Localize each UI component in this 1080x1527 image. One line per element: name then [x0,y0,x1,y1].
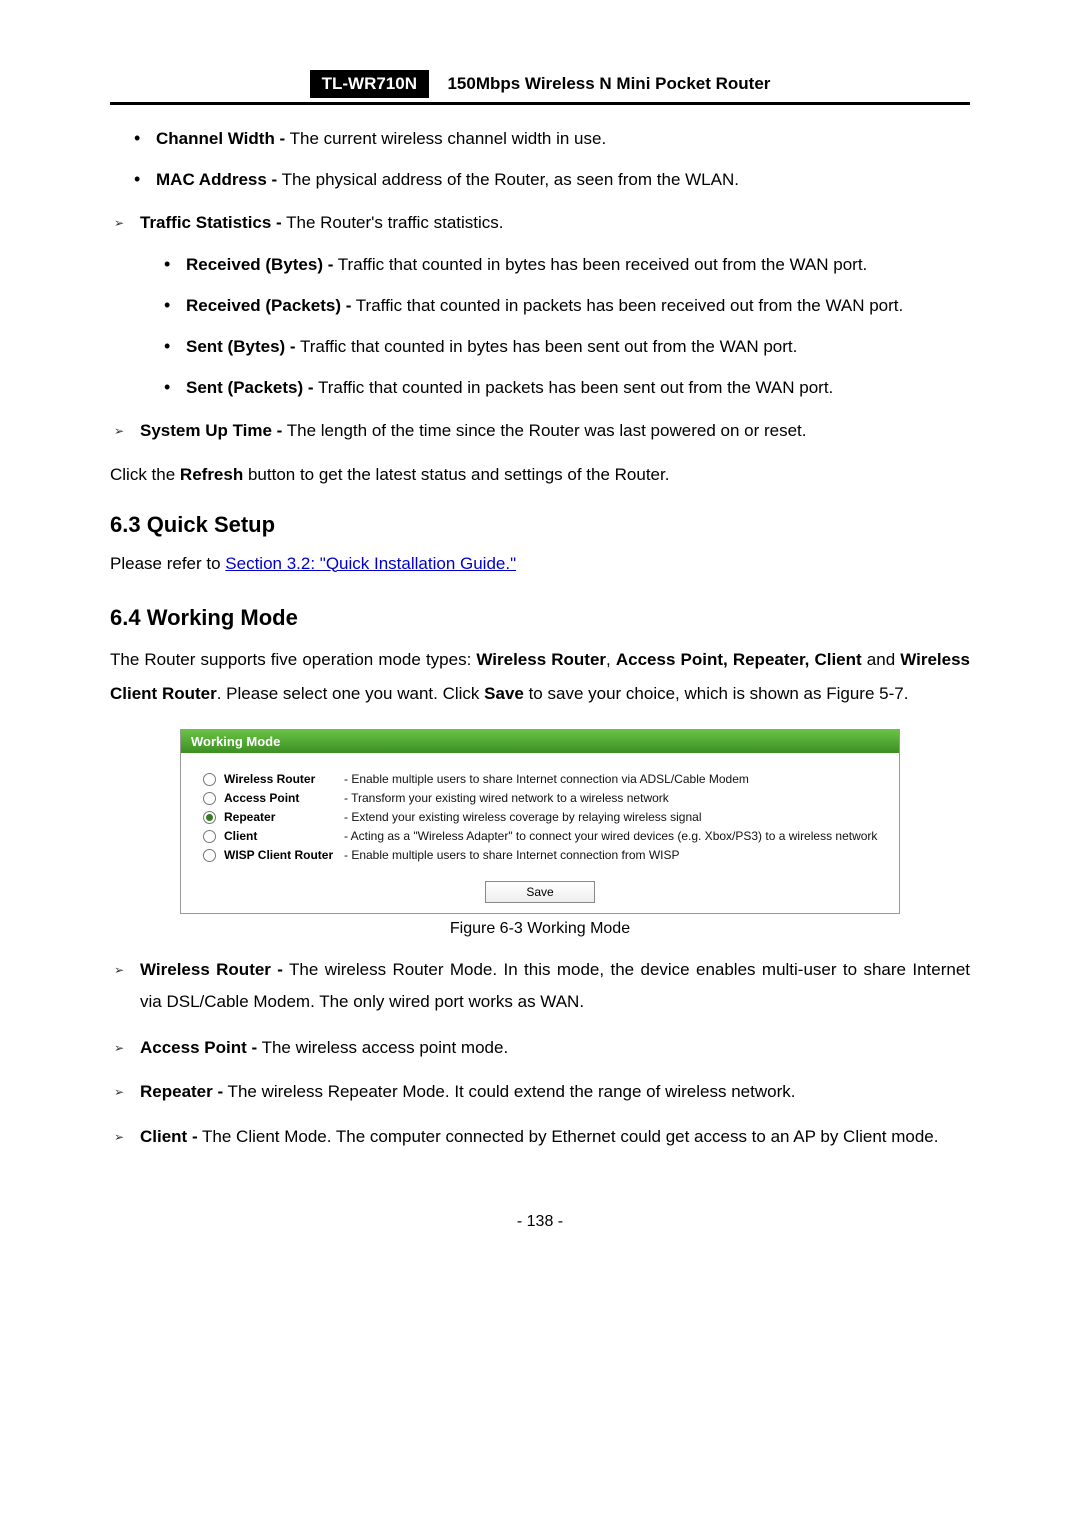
bullet-channel-width: Channel Width - The current wireless cha… [110,125,970,152]
arrow-traffic-stats: Traffic Statistics - The Router's traffi… [110,209,970,401]
text-pre: Click the [110,465,180,484]
label: Wireless Router - [140,960,283,979]
text: The length of the time since the Router … [282,421,806,440]
label: Received (Bytes) - [186,255,333,274]
text: Traffic that counted in packets has been… [351,296,903,315]
figure-caption: Figure 6-3 Working Mode [450,920,630,938]
label: Client - [140,1127,198,1146]
header-model: TL-WR710N [310,70,429,98]
bullet-mac-address: MAC Address - The physical address of th… [110,166,970,193]
text: Traffic that counted in bytes has been s… [296,337,798,356]
bullet-received-bytes: Received (Bytes) - Traffic that counted … [140,251,970,278]
label: Received (Packets) - [186,296,351,315]
bold: Wireless Router [476,650,606,669]
bold: Access Point, Repeater, Client [616,650,862,669]
working-mode-figure: Working Mode Wireless Router - Enable mu… [180,729,900,914]
quick-install-guide-link[interactable]: Section 3.2: "Quick Installation Guide." [225,554,516,573]
mode-row-wireless-router[interactable]: Wireless Router - Enable multiple users … [199,772,881,786]
text: The physical address of the Router, as s… [277,170,739,189]
mode-row-wisp-client-router[interactable]: WISP Client Router - Enable multiple use… [199,848,881,862]
mode-label: WISP Client Router [224,848,344,862]
text: The Router supports five operation mode … [110,650,476,669]
text-pre: Please refer to [110,554,225,573]
radio-icon[interactable] [203,792,216,805]
radio-icon-selected[interactable] [203,811,216,824]
mode-desc: - Extend your existing wireless coverage… [344,810,702,824]
section-6-3-title: 6.3 Quick Setup [110,512,970,538]
bold: Save [484,684,524,703]
header-desc: 150Mbps Wireless N Mini Pocket Router [433,70,770,98]
mode-label: Client [224,829,344,843]
label: System Up Time - [140,421,282,440]
refresh-line: Click the Refresh button to get the late… [110,461,970,488]
mode-row-repeater[interactable]: Repeater - Extend your existing wireless… [199,810,881,824]
mode-desc: - Acting as a "Wireless Adapter" to conn… [344,829,877,843]
label: MAC Address - [156,170,277,189]
text: The wireless access point mode. [257,1038,508,1057]
section-6-4-body: The Router supports five operation mode … [110,643,970,711]
label: Sent (Bytes) - [186,337,296,356]
mode-def-client: Client - The Client Mode. The computer c… [110,1121,970,1153]
text: The Client Mode. The computer connected … [198,1127,939,1146]
label: Sent (Packets) - [186,378,314,397]
mode-def-access-point: Access Point - The wireless access point… [110,1034,970,1061]
text: The Router's traffic statistics. [282,213,504,232]
text: to save your choice, which is shown as F… [524,684,909,703]
text: , [606,650,616,669]
radio-icon[interactable] [203,849,216,862]
label: Repeater - [140,1082,223,1101]
refresh-label: Refresh [180,465,243,484]
mode-label: Access Point [224,791,344,805]
label: Channel Width - [156,129,285,148]
mode-desc: - Enable multiple users to share Interne… [344,772,749,786]
text: and [862,650,901,669]
bullet-received-packets: Received (Packets) - Traffic that counte… [140,292,970,319]
figure-title: Working Mode [181,730,899,753]
mode-desc: - Transform your existing wired network … [344,791,669,805]
text: Traffic that counted in bytes has been r… [333,255,867,274]
section-6-4-title: 6.4 Working Mode [110,605,970,631]
mode-def-wireless-router: Wireless Router - The wireless Router Mo… [110,954,970,1019]
section-6-3-body: Please refer to Section 3.2: "Quick Inst… [110,550,970,577]
text: The wireless Repeater Mode. It could ext… [223,1082,795,1101]
mode-desc: - Enable multiple users to share Interne… [344,848,680,862]
text: The current wireless channel width in us… [285,129,606,148]
radio-icon[interactable] [203,773,216,786]
save-button[interactable]: Save [485,881,594,903]
label: Traffic Statistics - [140,213,282,232]
mode-def-repeater: Repeater - The wireless Repeater Mode. I… [110,1078,970,1105]
mode-row-access-point[interactable]: Access Point - Transform your existing w… [199,791,881,805]
arrow-system-up-time: System Up Time - The length of the time … [110,417,970,444]
radio-icon[interactable] [203,830,216,843]
text: Traffic that counted in packets has been… [314,378,834,397]
mode-label: Wireless Router [224,772,344,786]
page-header: TL-WR710N 150Mbps Wireless N Mini Pocket… [110,70,970,105]
bullet-sent-packets: Sent (Packets) - Traffic that counted in… [140,374,970,401]
label: Access Point - [140,1038,257,1057]
mode-row-client[interactable]: Client - Acting as a "Wireless Adapter" … [199,829,881,843]
mode-label: Repeater [224,810,344,824]
text: . Please select one you want. Click [217,684,484,703]
bullet-sent-bytes: Sent (Bytes) - Traffic that counted in b… [140,333,970,360]
page-number: - 138 - [110,1213,970,1231]
text-post: button to get the latest status and sett… [243,465,669,484]
